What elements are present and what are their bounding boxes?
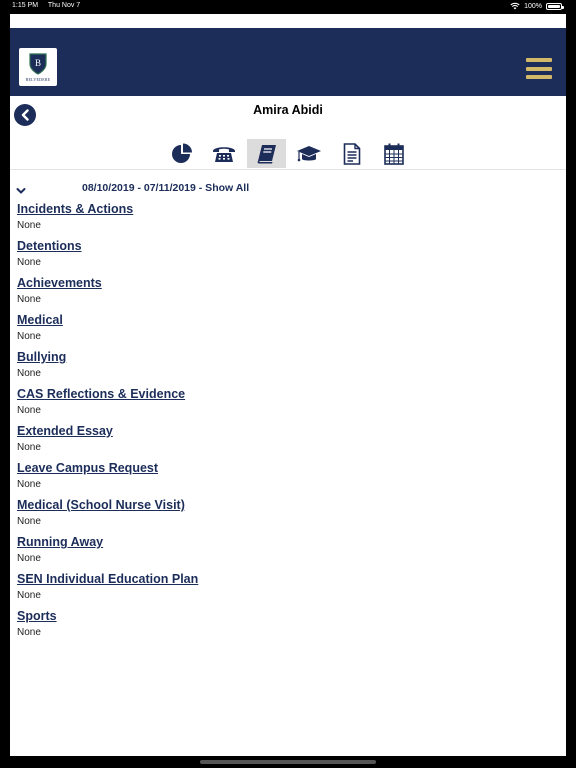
section-value: None bbox=[17, 479, 41, 490]
section-title-link[interactable]: Achievements bbox=[17, 276, 102, 290]
section-value: None bbox=[17, 368, 41, 379]
document-icon bbox=[343, 142, 360, 165]
logo-text: BELVEDERE bbox=[25, 77, 51, 82]
tab-academics[interactable] bbox=[289, 139, 328, 168]
section-title-link[interactable]: SEN Individual Education Plan bbox=[17, 572, 198, 586]
status-date: Thu Nov 7 bbox=[47, 2, 81, 9]
book-icon bbox=[257, 144, 276, 163]
date-filter-row: 08/10/2019 - 07/11/2019 - Show All bbox=[10, 170, 566, 200]
app-header: B BELVEDERE bbox=[10, 28, 566, 96]
section-value: None bbox=[17, 516, 41, 527]
status-bar: 1:15 PM Thu Nov 7 100% bbox=[0, 0, 576, 12]
record-section: Extended Essay None bbox=[17, 422, 566, 459]
tab-records[interactable] bbox=[247, 139, 286, 168]
record-section: Medical None bbox=[17, 311, 566, 348]
section-value: None bbox=[17, 257, 41, 268]
section-value: None bbox=[17, 553, 41, 564]
section-title-link[interactable]: Medical (School Nurse Visit) bbox=[17, 498, 185, 512]
record-section: Sports None bbox=[17, 607, 566, 644]
pie-chart-icon bbox=[171, 143, 192, 163]
chevron-down-icon bbox=[16, 188, 26, 194]
title-bar: Amira Abidi bbox=[10, 96, 566, 126]
section-title-link[interactable]: Incidents & Actions bbox=[17, 202, 133, 216]
hamburger-menu-icon[interactable] bbox=[526, 58, 552, 82]
record-section: CAS Reflections & Evidence None bbox=[17, 385, 566, 422]
record-section: Bullying None bbox=[17, 348, 566, 385]
section-title-link[interactable]: CAS Reflections & Evidence bbox=[17, 387, 185, 401]
section-value: None bbox=[17, 405, 41, 416]
graduation-cap-icon bbox=[296, 145, 321, 161]
crest-icon: B bbox=[29, 53, 47, 75]
home-indicator[interactable] bbox=[200, 760, 376, 764]
record-section: Medical (School Nurse Visit) None bbox=[17, 496, 566, 533]
student-name: Amira Abidi bbox=[253, 103, 323, 117]
date-range-filter[interactable]: 08/10/2019 - 07/11/2019 - Show All bbox=[82, 182, 249, 194]
telephone-icon bbox=[212, 146, 235, 162]
record-section: Detentions None bbox=[17, 237, 566, 274]
school-logo[interactable]: B BELVEDERE bbox=[19, 48, 57, 86]
section-value: None bbox=[17, 220, 41, 231]
section-value: None bbox=[17, 294, 41, 305]
tab-overview[interactable] bbox=[162, 139, 201, 168]
collapse-button[interactable] bbox=[16, 182, 26, 200]
svg-text:B: B bbox=[35, 58, 41, 68]
section-value: None bbox=[17, 442, 41, 453]
battery-percent: 100% bbox=[524, 2, 542, 10]
record-sections: Incidents & Actions None Detentions None Ach… bbox=[10, 200, 566, 644]
battery-icon bbox=[546, 2, 564, 10]
section-title-link[interactable]: Sports bbox=[17, 609, 57, 623]
section-title-link[interactable]: Detentions bbox=[17, 239, 82, 253]
section-title-link[interactable]: Extended Essay bbox=[17, 424, 113, 438]
section-value: None bbox=[17, 590, 41, 601]
calendar-icon bbox=[383, 143, 404, 165]
record-section: Running Away None bbox=[17, 533, 566, 570]
tab-documents[interactable] bbox=[332, 139, 371, 168]
tab-calendar[interactable] bbox=[374, 139, 413, 168]
wifi-icon bbox=[510, 2, 520, 10]
battery-level bbox=[548, 4, 560, 8]
record-section: Incidents & Actions None bbox=[17, 200, 566, 237]
record-section: Achievements None bbox=[17, 274, 566, 311]
status-time: 1:15 PM bbox=[12, 2, 39, 9]
tab-bar bbox=[10, 126, 566, 170]
section-title-link[interactable]: Running Away bbox=[17, 535, 103, 549]
section-value: None bbox=[17, 627, 41, 638]
record-section: SEN Individual Education Plan None bbox=[17, 570, 566, 607]
section-title-link[interactable]: Leave Campus Request bbox=[17, 461, 158, 475]
section-title-link[interactable]: Bullying bbox=[17, 350, 66, 364]
section-title-link[interactable]: Medical bbox=[17, 313, 63, 327]
record-section: Leave Campus Request None bbox=[17, 459, 566, 496]
tab-contacts[interactable] bbox=[204, 139, 243, 168]
section-value: None bbox=[17, 331, 41, 342]
app-screen: B BELVEDERE Amira Abidi 08/10/2019 - 07/… bbox=[10, 14, 566, 756]
device-frame: 1:15 PM Thu Nov 7 100% B BELVEDERE Amira… bbox=[0, 0, 576, 768]
